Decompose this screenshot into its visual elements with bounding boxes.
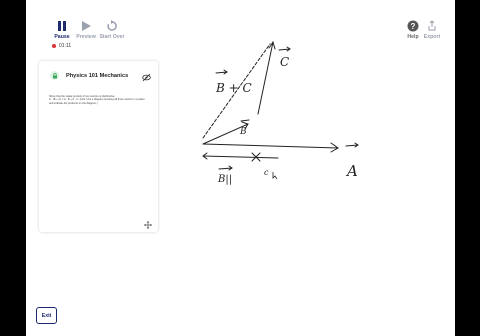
component-line [202,155,279,159]
b-plus-c-arrow-left [215,69,228,75]
label-b-parallel: B|| [217,174,232,185]
whiteboard-canvas[interactable]: Pause Preview Start Over ? Help Export 0 [26,0,455,336]
label-c-parallel: c [264,168,269,177]
vector-c-line [257,41,274,115]
c-arrow [278,46,291,52]
vector-drawing: B + C C B A B|| c [202,40,359,185]
b-arrow [240,119,250,122]
a-arrow [345,142,359,148]
pen-cursor-icon [272,172,278,180]
vector-a-line [202,143,339,149]
exit-button[interactable]: Exit [36,307,57,324]
label-a: A [345,162,358,180]
label-b-plus-c: B + C [215,81,252,95]
label-c: C [280,55,289,69]
b-parallel-arrow [218,165,233,171]
label-b: B [239,127,247,137]
